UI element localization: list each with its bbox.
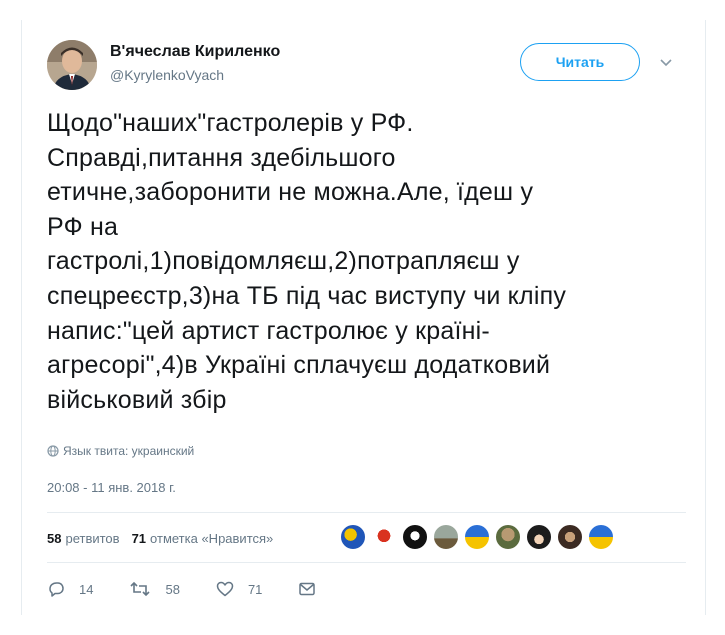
tweet-line: Справді,питання здебільшого <box>47 143 396 172</box>
tweet-stats: 58 ретвитов 71 отметка «Нравится» <box>47 528 285 548</box>
liker-avatar[interactable] <box>557 524 583 550</box>
heart-icon <box>216 581 234 597</box>
retweet-count: 58 <box>165 581 180 597</box>
divider <box>47 512 686 513</box>
language-label: Язык твита: украинский <box>63 444 195 458</box>
author-name[interactable]: В'ячеслав Кириленко <box>110 43 280 61</box>
retweets-label: ретвитов <box>65 530 120 546</box>
liker-avatar[interactable] <box>371 524 397 550</box>
author-handle[interactable]: @KyrylenkoVyach <box>110 67 224 83</box>
tweet-text: Щодо"наших"гастролерів у РФ. Справді,пит… <box>47 106 687 417</box>
liker-avatar[interactable] <box>433 524 459 550</box>
retweets-stat[interactable]: 58 ретвитов <box>47 531 120 546</box>
retweet-button[interactable]: 58 <box>129 581 180 597</box>
divider <box>47 562 686 563</box>
like-count: 71 <box>247 581 263 597</box>
tweet-line: етичне,заборонити не можна.Але, їдеш у <box>47 178 534 207</box>
likes-label: отметка «Нравится» <box>150 530 274 546</box>
liker-avatar[interactable] <box>340 524 366 550</box>
tweet-actions: 14 58 71 <box>47 581 352 597</box>
like-button[interactable]: 71 <box>216 581 262 597</box>
likes-count: 71 <box>131 530 147 546</box>
reply-button[interactable]: 14 <box>47 581 93 597</box>
direct-message-button[interactable] <box>298 581 316 597</box>
tweet-line: РФ на <box>47 212 119 241</box>
follow-button[interactable]: Читать <box>520 43 640 81</box>
tweet-timestamp[interactable]: 20:08 - 11 янв. 2018 г. <box>47 480 176 495</box>
liker-avatar[interactable] <box>588 524 614 550</box>
retweets-count: 58 <box>47 530 62 546</box>
tweet-language[interactable]: Язык твита: украинский <box>47 444 194 458</box>
liker-avatar[interactable] <box>526 524 552 550</box>
liker-avatar[interactable] <box>402 524 428 550</box>
chevron-down-icon[interactable] <box>659 55 673 69</box>
author-avatar[interactable] <box>47 40 97 90</box>
liker-avatar[interactable] <box>464 524 490 550</box>
likes-stat[interactable]: 71 отметка «Нравится» <box>132 531 274 546</box>
tweet-line: напис:"цей артист гастролює у країні- <box>47 316 490 345</box>
tweet-line: військовий збір <box>47 385 227 414</box>
envelope-icon <box>299 582 316 596</box>
reply-icon <box>49 582 64 597</box>
reply-count: 14 <box>79 581 94 597</box>
liker-avatar[interactable] <box>495 524 521 550</box>
liker-avatars <box>340 524 619 550</box>
tweet-line: гастролі,1)повідомляєш,2)потрапляєш у <box>47 247 520 276</box>
retweet-icon <box>130 581 151 597</box>
tweet-line: спецреєстр,3)на ТБ під час виступу чи кл… <box>47 281 567 310</box>
tweet-line: агресорі",4)в Україні сплачуєш додаткови… <box>47 351 551 380</box>
tweet-line: Щодо"наших"гастролерів у РФ. <box>47 109 414 137</box>
globe-icon <box>47 445 59 457</box>
